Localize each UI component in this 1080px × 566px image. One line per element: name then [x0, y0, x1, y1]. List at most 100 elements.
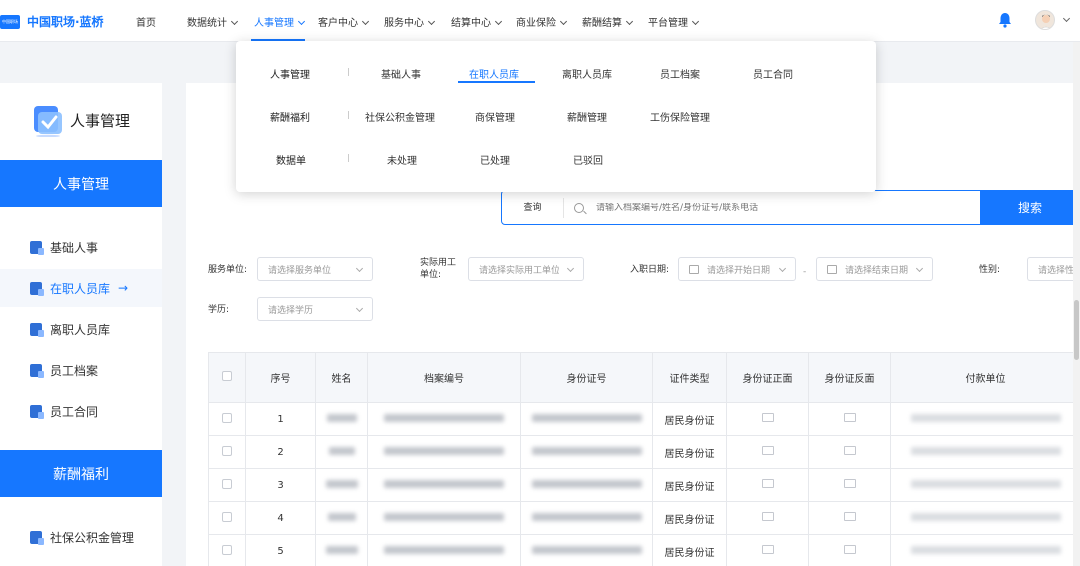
- row-select[interactable]: [208, 534, 246, 566]
- entry-end-date[interactable]: 请选择结束日期: [816, 257, 933, 281]
- cell-payer-redacted: [890, 402, 1080, 436]
- nav-settlement-center[interactable]: 结算中心: [451, 14, 503, 29]
- cell-name-redacted: [315, 468, 368, 502]
- search-input[interactable]: [596, 202, 976, 213]
- sidebar-item-employee-contract[interactable]: 员工合同: [0, 392, 162, 430]
- menu-link-social-security[interactable]: 社保公积金管理: [365, 109, 435, 124]
- cell-id-front[interactable]: [726, 435, 809, 469]
- cell-archive-redacted: [367, 534, 521, 566]
- calendar-icon: [689, 264, 699, 274]
- cell-id-front[interactable]: [726, 402, 809, 436]
- menu-link-active-staff[interactable]: 在职人员库: [469, 66, 519, 81]
- education-select[interactable]: 请选择学历: [257, 297, 373, 321]
- sidebar-item-resigned-staff[interactable]: 离职人员库: [0, 310, 162, 348]
- table-row[interactable]: 1 居民身份证: [208, 402, 1080, 436]
- sidebar-section-salary[interactable]: 薪酬福利: [0, 450, 162, 497]
- col-header: 姓名: [315, 352, 368, 403]
- cell-archive-redacted: [367, 435, 521, 469]
- menu-link-basic-hr[interactable]: 基础人事: [381, 66, 421, 81]
- cell-no: 2: [245, 435, 316, 469]
- image-icon: [761, 446, 774, 455]
- checkbox[interactable]: [222, 478, 232, 489]
- chevron-down-icon: [494, 17, 503, 26]
- chevron-down-icon: [427, 17, 436, 26]
- checkbox[interactable]: [222, 544, 232, 555]
- chevron-down-icon: [355, 264, 364, 273]
- row-select[interactable]: [208, 501, 246, 535]
- menu-link-unprocessed[interactable]: 未处理: [387, 152, 417, 167]
- chevron-down-icon: [691, 17, 700, 26]
- menu-link-work-injury[interactable]: 工伤保险管理: [650, 109, 710, 124]
- cell-name-redacted: [315, 501, 368, 535]
- sidebar-item-active-staff[interactable]: 在职人员库 →: [0, 269, 162, 307]
- menu-link-commercial-insurance[interactable]: 商保管理: [475, 109, 515, 124]
- cell-id-back[interactable]: [808, 501, 891, 535]
- cell-id-back[interactable]: [808, 435, 891, 469]
- nav-salary-settlement[interactable]: 薪酬结算: [582, 14, 634, 29]
- label-line: 单位:: [420, 270, 442, 280]
- user-avatar[interactable]: [1035, 10, 1055, 30]
- table-row[interactable]: 5 居民身份证: [208, 534, 1080, 566]
- menu-link-resigned-staff[interactable]: 离职人员库: [562, 66, 612, 81]
- search-type-select[interactable]: 查询: [502, 197, 564, 218]
- sidebar-item-basic-hr[interactable]: 基础人事: [0, 228, 162, 266]
- bell-icon[interactable]: [998, 12, 1012, 28]
- row-select[interactable]: [208, 435, 246, 469]
- row-select[interactable]: [208, 402, 246, 436]
- gender-label: 性别:: [979, 265, 1001, 275]
- select-all-cell[interactable]: [208, 352, 246, 403]
- table-row[interactable]: 4 居民身份证: [208, 501, 1080, 535]
- checkbox[interactable]: [222, 412, 232, 423]
- search-button[interactable]: 搜索: [980, 190, 1080, 225]
- cell-payer-redacted: [890, 534, 1080, 566]
- service-unit-select[interactable]: 请选择服务单位: [257, 257, 373, 281]
- page-scrollbar-thumb[interactable]: [1074, 300, 1079, 360]
- image-icon: [843, 446, 856, 455]
- menu-divider: [348, 68, 349, 76]
- row-select[interactable]: [208, 468, 246, 502]
- chevron-down-icon: [297, 17, 306, 26]
- sidebar-item-label: 离职人员库: [50, 322, 111, 337]
- checkbox[interactable]: [222, 445, 232, 456]
- search-icon: [574, 202, 584, 213]
- nav-hr-management[interactable]: 人事管理: [254, 14, 306, 29]
- nav-platform-management[interactable]: 平台管理: [648, 14, 700, 29]
- checkbox[interactable]: [222, 511, 232, 522]
- cell-id-front[interactable]: [726, 468, 809, 502]
- nav-customer-center[interactable]: 客户中心: [318, 14, 370, 29]
- actual-unit-select[interactable]: 请选择实际用工单位: [468, 257, 584, 281]
- nav-service-center[interactable]: 服务中心: [384, 14, 436, 29]
- hr-dropdown-menu: [236, 41, 876, 192]
- menu-link-rejected[interactable]: 已驳回: [573, 152, 603, 167]
- entry-date-label: 入职日期:: [630, 265, 670, 275]
- cell-id-back[interactable]: [808, 534, 891, 566]
- cell-id-front[interactable]: [726, 501, 809, 535]
- nav-home[interactable]: 首页: [136, 14, 156, 29]
- sidebar-item-social-security[interactable]: 社保公积金管理: [0, 518, 162, 556]
- menu-link-employee-archive[interactable]: 员工档案: [660, 66, 700, 81]
- sidebar-item-employee-archive[interactable]: 员工档案: [0, 351, 162, 389]
- cell-id-front[interactable]: [726, 534, 809, 566]
- table-row[interactable]: 2 居民身份证: [208, 435, 1080, 469]
- cell-no: 4: [245, 501, 316, 535]
- menu-link-salary[interactable]: 薪酬管理: [567, 109, 607, 124]
- cell-name-redacted: [315, 402, 368, 436]
- sidebar: 人事管理 人事管理 基础人事 在职人员库 → 离职人员库 员工档案 员工合同 薪酬…: [0, 83, 162, 566]
- cell-id-back[interactable]: [808, 402, 891, 436]
- checkbox[interactable]: [222, 371, 232, 381]
- nav-data-stats[interactable]: 数据统计: [187, 14, 239, 29]
- brand-logo[interactable]: 中国职场 中国职场·蓝桥: [0, 13, 104, 30]
- entry-start-date[interactable]: 请选择开始日期: [678, 257, 796, 281]
- cell-archive-redacted: [367, 402, 521, 436]
- nav-commercial-insurance[interactable]: 商业保险: [516, 14, 568, 29]
- folder-icon: [30, 363, 44, 378]
- cell-id-back[interactable]: [808, 468, 891, 502]
- chevron-down-icon[interactable]: [1062, 14, 1071, 23]
- col-header: 证件类型: [652, 352, 727, 403]
- nav-label: 服务中心: [384, 18, 424, 29]
- table-row[interactable]: 3 居民身份证: [208, 468, 1080, 502]
- menu-link-processed[interactable]: 已处理: [480, 152, 510, 167]
- sidebar-section-hr[interactable]: 人事管理: [0, 160, 162, 207]
- label-line: 实际用工: [420, 258, 457, 268]
- menu-link-employee-contract[interactable]: 员工合同: [753, 66, 793, 81]
